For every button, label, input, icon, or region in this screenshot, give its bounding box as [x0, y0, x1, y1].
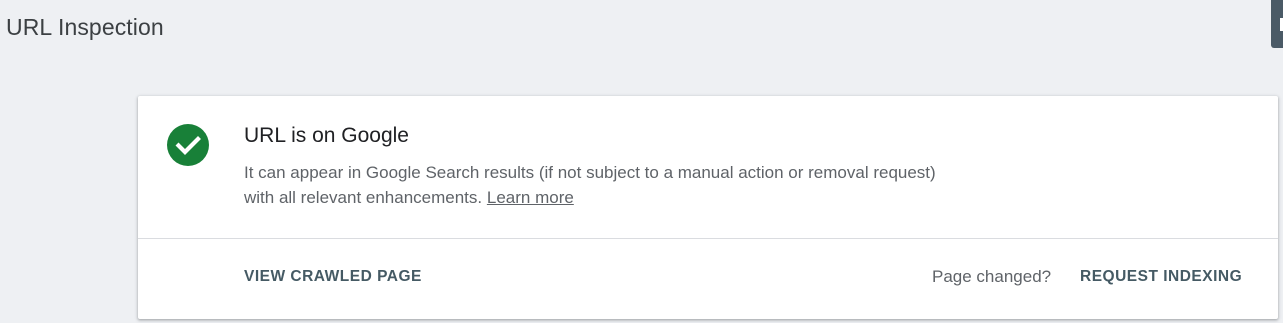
view-crawled-page-button[interactable]: VIEW CRAWLED PAGE	[244, 268, 422, 286]
inspection-result-card: URL is on Google It can appear in Google…	[138, 96, 1278, 319]
corner-menu-button[interactable]	[1271, 0, 1283, 48]
page-title: URL Inspection	[6, 14, 164, 40]
status-heading: URL is on Google	[244, 124, 409, 147]
status-description: It can appear in Google Search results (…	[244, 160, 964, 210]
check-circle-icon	[167, 124, 209, 166]
request-indexing-button[interactable]: REQUEST INDEXING	[1080, 268, 1242, 286]
card-divider	[138, 238, 1278, 239]
page-changed-label: Page changed?	[932, 267, 1052, 286]
learn-more-link[interactable]: Learn more	[487, 188, 574, 207]
status-description-text: It can appear in Google Search results (…	[244, 163, 936, 207]
